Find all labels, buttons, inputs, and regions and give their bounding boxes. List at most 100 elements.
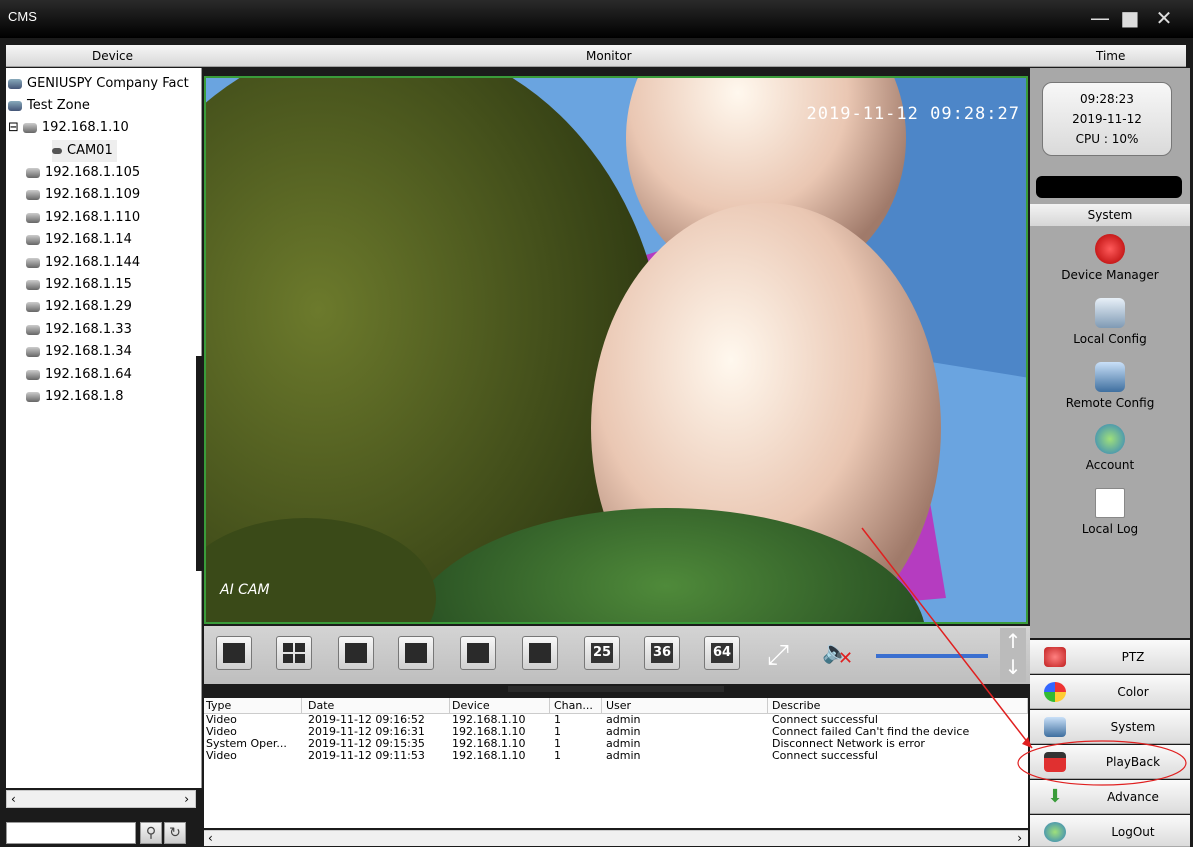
collapse-icon[interactable]: ⊟ <box>8 120 19 135</box>
panel-splitter-handle[interactable] <box>196 356 202 571</box>
cpu-usage: CPU : 10% <box>1075 132 1139 146</box>
clock-date: 2019-11-12 <box>1072 112 1142 126</box>
color-icon <box>1044 682 1066 702</box>
tree-item-device[interactable]: 192.168.1.34 <box>26 341 132 363</box>
panel-headers: Device Monitor Time <box>6 45 1186 67</box>
layout-16-icon <box>529 643 551 663</box>
device-manager-button[interactable]: Device Manager <box>1030 234 1190 282</box>
event-log-table: Type Date Device Chan... User Describe V… <box>204 698 1028 828</box>
fullscreen-icon[interactable]: ⤢ <box>760 640 796 672</box>
scroll-left-icon[interactable]: ‹ <box>11 792 16 806</box>
right-panel: 09:28:23 2019-11-12 CPU : 10% System Dev… <box>1030 68 1190 638</box>
layout-4-button[interactable] <box>276 636 312 670</box>
tree-horizontal-scrollbar[interactable]: ‹ › <box>6 790 196 808</box>
system-button[interactable]: System <box>1030 710 1190 744</box>
layout-6-icon <box>345 643 367 663</box>
device-icon <box>26 234 40 245</box>
scroll-left-icon[interactable]: ‹ <box>208 831 213 845</box>
tree-item-device[interactable]: 192.168.1.105 <box>26 162 140 184</box>
search-button[interactable]: ⚲ <box>140 822 162 844</box>
layout-64-button[interactable]: 64 <box>704 636 740 670</box>
minimize-button[interactable]: — <box>1087 6 1113 30</box>
tree-item-camera[interactable]: CAM01 <box>52 140 117 162</box>
tree-item-device[interactable]: 192.168.1.109 <box>26 184 140 206</box>
table-row[interactable]: Video 2019-11-12 09:11:53 192.168.1.10 1 adm… <box>204 750 1028 762</box>
device-tree: GENIUSPY Company Fact Test Zone ⊟ 192.168… <box>6 68 202 788</box>
ptz-icon <box>1044 647 1066 667</box>
local-config-button[interactable]: Local Config <box>1030 298 1190 346</box>
layout-8-icon <box>405 643 427 663</box>
device-icon <box>22 122 37 133</box>
device-manager-icon <box>1095 234 1125 264</box>
layout-25-button[interactable]: 25 <box>584 636 620 670</box>
tree-item-device[interactable]: 192.168.1.29 <box>26 296 132 318</box>
osd-camera-name: AI CAM <box>220 582 270 598</box>
remote-config-icon <box>1095 362 1125 392</box>
logout-button[interactable]: LogOut <box>1030 815 1190 847</box>
title-bar: CMS — ■ ✕ <box>0 0 1193 38</box>
local-config-icon <box>1095 298 1125 328</box>
status-bar <box>1036 176 1182 198</box>
layout-6-button[interactable] <box>338 636 374 670</box>
color-button[interactable]: Color <box>1030 675 1190 709</box>
log-horizontal-scrollbar[interactable]: ‹ › <box>204 830 1028 846</box>
monitor-header: Monitor <box>586 49 632 63</box>
camera-icon <box>52 147 62 154</box>
device-icon <box>26 391 40 402</box>
tree-item-device[interactable]: ⊟ 192.168.1.10 <box>8 117 129 139</box>
account-icon <box>1095 424 1125 454</box>
local-log-button[interactable]: Local Log <box>1030 488 1190 536</box>
layout-9-icon <box>467 643 489 663</box>
zone-icon <box>8 100 22 111</box>
camera-image <box>206 78 1026 622</box>
scroll-right-icon[interactable]: › <box>1017 831 1022 845</box>
tree-item-device[interactable]: 192.168.1.64 <box>26 364 132 386</box>
system-section-header: System <box>1030 204 1190 226</box>
volume-slider[interactable] <box>876 654 988 658</box>
clock-time: 09:28:23 <box>1080 92 1134 106</box>
layout-8-button[interactable] <box>398 636 434 670</box>
logout-icon <box>1044 822 1066 842</box>
device-icon <box>26 369 40 380</box>
refresh-button[interactable]: ↻ <box>164 822 186 844</box>
tree-item-zone[interactable]: GENIUSPY Company Fact <box>8 73 189 95</box>
tree-item-device[interactable]: 192.168.1.15 <box>26 274 132 296</box>
layout-9-button[interactable] <box>460 636 496 670</box>
device-icon <box>26 324 40 335</box>
playback-button[interactable]: PlayBack <box>1030 745 1190 779</box>
clock-widget: 09:28:23 2019-11-12 CPU : 10% <box>1042 82 1172 156</box>
device-search-input[interactable] <box>6 822 136 844</box>
advance-button[interactable]: ⬇ Advance <box>1030 780 1190 814</box>
refresh-icon: ↻ <box>169 825 181 841</box>
log-splitter-handle[interactable] <box>508 686 724 692</box>
remote-config-button[interactable]: Remote Config <box>1030 362 1190 410</box>
system-icon <box>1044 717 1066 737</box>
account-button[interactable]: Account <box>1030 424 1190 472</box>
device-icon <box>26 167 40 178</box>
scroll-right-icon[interactable]: › <box>184 792 189 806</box>
app-title: CMS <box>8 9 37 24</box>
scroll-layout-arrows[interactable]: ↑ ↓ <box>1000 628 1026 682</box>
tree-item-device[interactable]: 192.168.1.33 <box>26 319 132 341</box>
device-header: Device <box>92 49 134 63</box>
mute-icon[interactable]: 🔈 ✕ <box>822 640 856 672</box>
layout-16-button[interactable] <box>522 636 558 670</box>
ptz-button[interactable]: PTZ <box>1030 640 1190 674</box>
search-icon: ⚲ <box>145 825 157 841</box>
tree-item-zone[interactable]: Test Zone <box>8 95 90 117</box>
tree-item-device[interactable]: 192.168.1.110 <box>26 207 140 229</box>
zone-icon <box>8 78 22 89</box>
time-header: Time <box>1096 49 1126 63</box>
video-view[interactable]: 2019-11-12 09:28:27 AI CAM <box>204 76 1028 624</box>
advance-icon: ⬇ <box>1047 786 1063 807</box>
close-button[interactable]: ✕ <box>1151 6 1177 30</box>
layout-36-button[interactable]: 36 <box>644 636 680 670</box>
tree-item-device[interactable]: 192.168.1.8 <box>26 386 124 408</box>
device-icon <box>26 346 40 357</box>
tree-item-device[interactable]: 192.168.1.144 <box>26 252 140 274</box>
layout-1-icon <box>223 643 245 663</box>
layout-1-button[interactable] <box>216 636 252 670</box>
tree-item-device[interactable]: 192.168.1.14 <box>26 229 132 251</box>
maximize-button[interactable]: ■ <box>1117 6 1143 30</box>
device-icon <box>26 301 40 312</box>
